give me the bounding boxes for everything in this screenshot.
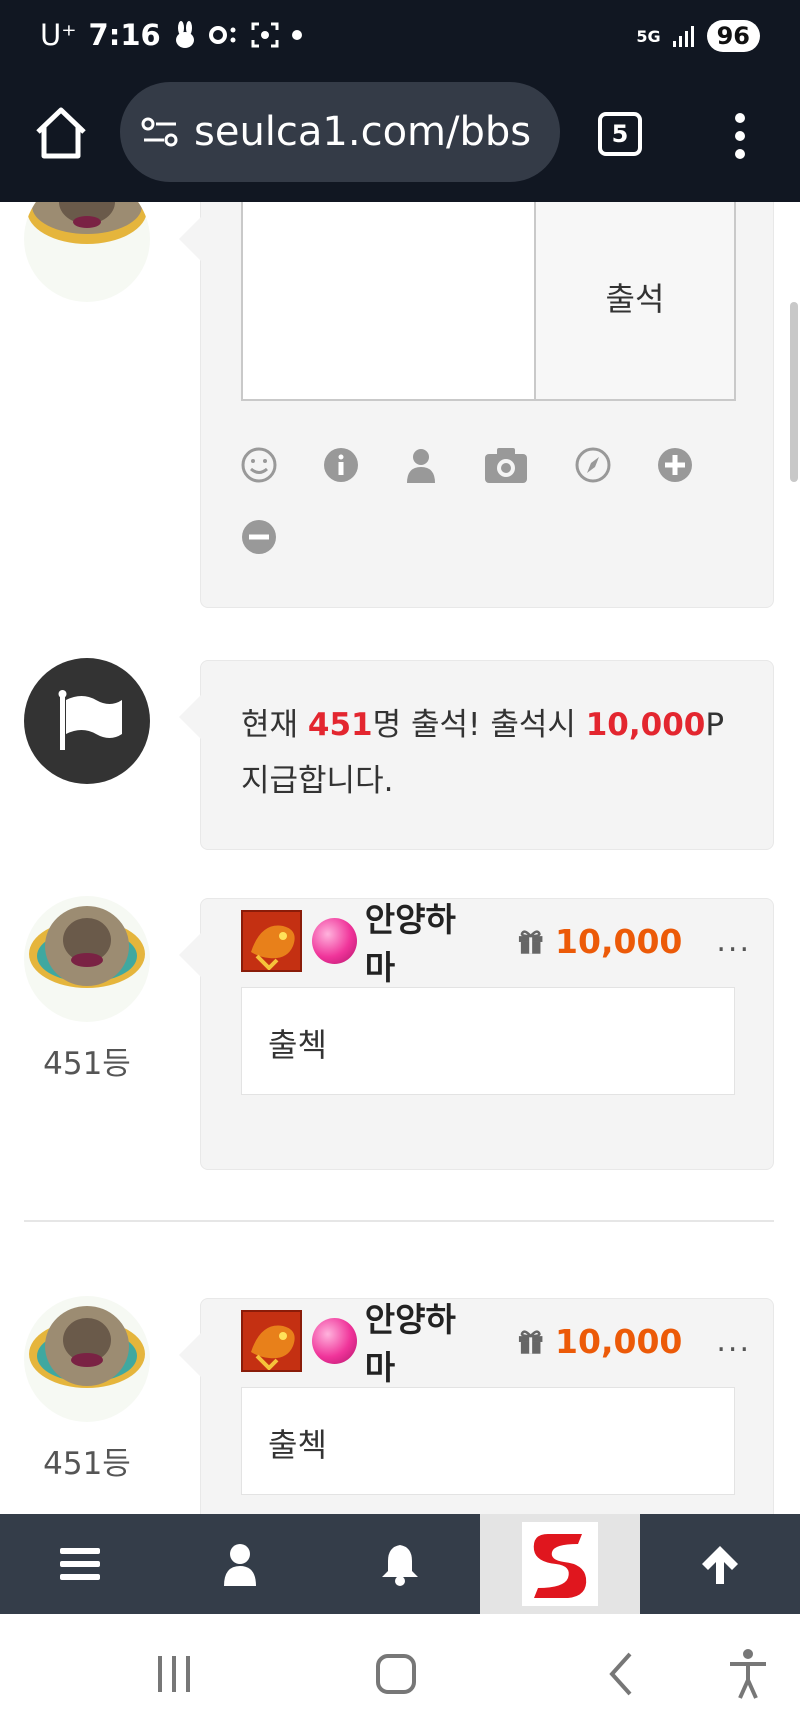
- avatar[interactable]: [24, 896, 150, 1022]
- notice-panel: 현재 451명 출석! 출석시 10,000P 지급합니다.: [179, 660, 774, 850]
- bell-icon: [382, 1545, 418, 1586]
- rank-label: 451등: [43, 1046, 131, 1082]
- recents-icon[interactable]: [144, 1644, 204, 1704]
- dragon-icon: [243, 912, 300, 970]
- comment-header: 안양하마 10,000 ...: [241, 900, 751, 987]
- arrow-up-icon: [702, 1546, 738, 1584]
- status-right: 5G 96: [636, 20, 760, 52]
- browser-toolbar: seulca1.com/bbs 5: [0, 76, 800, 202]
- level-badge: [241, 1310, 302, 1372]
- comment-panel: 안양하마 10,000 ... 출첵: [179, 898, 774, 1170]
- comment-text: 출첵: [241, 1387, 735, 1495]
- status-left: U⁺ 7:16: [40, 18, 303, 52]
- gem-icon: [311, 918, 357, 964]
- menu-icon: [60, 1548, 100, 1580]
- points-value: 10,000: [555, 921, 683, 961]
- rabbit-icon: [175, 21, 194, 48]
- address-bar[interactable]: seulca1.com/bbs: [120, 82, 560, 182]
- site-logo: [522, 1522, 598, 1606]
- attendance-count: 451: [307, 707, 373, 743]
- profile-button[interactable]: [160, 1514, 320, 1614]
- scrollbar[interactable]: [790, 302, 798, 482]
- menu-button[interactable]: [0, 1514, 160, 1614]
- system-nav-bar: [0, 1614, 800, 1734]
- home-icon[interactable]: [32, 104, 90, 162]
- level-badge: [241, 910, 302, 972]
- back-icon[interactable]: [592, 1644, 652, 1704]
- camera-icon[interactable]: [483, 445, 529, 485]
- comment-text: 출첵: [241, 987, 735, 1095]
- scroll-top-button[interactable]: [640, 1514, 800, 1614]
- dragon-icon: [243, 1312, 300, 1370]
- attendance-textarea[interactable]: [241, 202, 536, 401]
- url-text: seulca1.com/bbs: [194, 109, 532, 155]
- flag-icon: [58, 690, 122, 750]
- site-logo-button[interactable]: [480, 1514, 640, 1614]
- cat-avatar-icon: [29, 906, 145, 988]
- rank-label: 451등: [43, 1446, 131, 1482]
- gift-icon: [518, 930, 543, 954]
- more-options-button[interactable]: ...: [716, 924, 751, 959]
- cat-avatar-icon: [29, 1306, 145, 1388]
- bottom-nav: [0, 1514, 800, 1614]
- network-label: 5G: [636, 26, 661, 46]
- signal-icon: [672, 26, 694, 47]
- notification-dot-icon: [291, 30, 302, 40]
- avatar: [24, 202, 150, 302]
- more-vert-icon[interactable]: [725, 106, 755, 166]
- attend-button[interactable]: 출석: [534, 202, 736, 401]
- home-nav-icon[interactable]: [366, 1644, 426, 1704]
- screen-capture-icon: [251, 22, 279, 48]
- link-icon: [208, 26, 236, 44]
- page-content[interactable]: 출석 현재 451명 출석! 출석시 10,000P 지급합니다. 451등 안…: [0, 202, 800, 1514]
- user-icon: [224, 1544, 256, 1586]
- clock: 7:16: [88, 18, 161, 52]
- notice-prefix: 현재: [241, 707, 308, 743]
- points-value: 10,000: [555, 1321, 683, 1361]
- comment-panel: 안양하마 10,000 ... 출첵: [179, 1298, 774, 1514]
- more-options-button[interactable]: ...: [716, 1324, 751, 1359]
- minus-circle-icon[interactable]: [239, 517, 279, 557]
- gift-icon: [518, 1330, 543, 1354]
- user-icon[interactable]: [401, 445, 441, 485]
- tab-switcher-button[interactable]: 5: [598, 112, 642, 156]
- info-icon[interactable]: [321, 445, 361, 485]
- notice-avatar: [24, 658, 150, 784]
- site-settings-icon[interactable]: [140, 115, 180, 149]
- cat-avatar-icon: [27, 202, 147, 244]
- plus-circle-icon[interactable]: [655, 445, 695, 485]
- status-bar: U⁺ 7:16 5G 96: [0, 0, 800, 76]
- attendance-form-panel: 출석: [179, 202, 774, 608]
- avatar[interactable]: [24, 1296, 150, 1422]
- gem-icon: [311, 1318, 357, 1364]
- nickname[interactable]: 안양하마: [365, 893, 484, 989]
- divider: [24, 1220, 774, 1222]
- reward-points: 10,000: [585, 707, 706, 743]
- emoji-icon[interactable]: [239, 445, 279, 485]
- notice-middle: 명 출석! 출석시: [372, 707, 586, 743]
- accessibility-icon[interactable]: [718, 1644, 778, 1704]
- nickname[interactable]: 안양하마: [365, 1293, 484, 1389]
- compass-icon[interactable]: [573, 445, 613, 485]
- battery-level: 96: [706, 20, 760, 52]
- notifications-button[interactable]: [320, 1514, 480, 1614]
- page: U⁺ 7:16 5G 96 seulca1.com/bbs 5 출석 현재 45…: [0, 0, 800, 1734]
- notice-text: 현재 451명 출석! 출석시 10,000P 지급합니다.: [241, 697, 751, 809]
- carrier-label: U⁺: [40, 18, 77, 52]
- comment-header: 안양하마 10,000 ...: [241, 1300, 751, 1387]
